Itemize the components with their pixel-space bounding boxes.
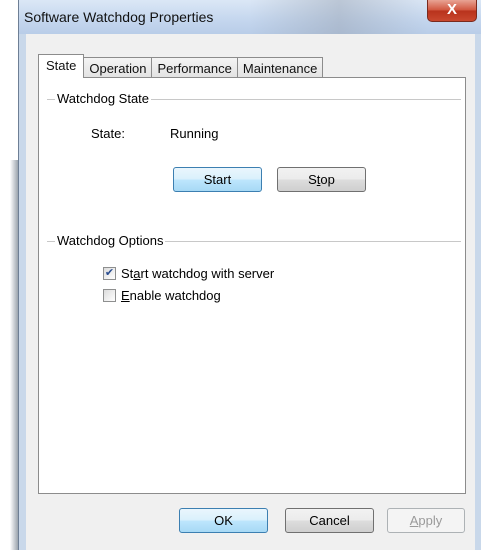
stop-button-text-b: op [320, 172, 335, 187]
apply-text-b: pply [418, 513, 443, 528]
tab-operation[interactable]: Operation [83, 57, 153, 78]
title-bar[interactable]: Software Watchdog Properties X [19, 0, 481, 34]
close-button[interactable]: X [427, 0, 477, 22]
opt1-mnemonic: a [133, 266, 141, 281]
title-bar-glare [249, 0, 429, 34]
opt1-text-a: St [121, 266, 134, 281]
tab-strip: State Operation Performance Maintenance [38, 54, 324, 78]
checkmark-icon: ✔ [104, 267, 115, 279]
stop-button[interactable]: Stop [277, 167, 366, 192]
tab-maintenance[interactable]: Maintenance [236, 57, 324, 78]
tab-performance[interactable]: Performance [151, 57, 238, 78]
apply-button[interactable]: Apply [387, 508, 465, 533]
ok-button[interactable]: OK [179, 508, 268, 533]
state-group-title: Watchdog State [55, 91, 152, 106]
start-with-server-checkbox[interactable]: ✔ [103, 267, 116, 280]
start-button[interactable]: Start [173, 167, 262, 192]
dialog-client-area: State Operation Performance Maintenance … [26, 34, 475, 550]
properties-dialog: Software Watchdog Properties X State Ope… [18, 0, 481, 550]
options-group-title: Watchdog Options [55, 233, 166, 248]
state-label: State: [91, 126, 125, 141]
opt2-text-b: nable watchdog [129, 288, 221, 303]
close-icon: X [446, 1, 457, 18]
enable-watchdog-checkbox[interactable] [103, 289, 116, 302]
tab-state[interactable]: State [38, 54, 85, 78]
window-title: Software Watchdog Properties [24, 9, 214, 25]
enable-watchdog-label[interactable]: Enable watchdog [121, 288, 221, 303]
opt1-text-b: rt watchdog with server [140, 266, 275, 281]
stop-button-text-a: S [308, 172, 317, 187]
state-value: Running [170, 126, 219, 141]
opt2-mnemonic: E [121, 288, 130, 303]
start-with-server-label[interactable]: Start watchdog with server [121, 266, 274, 281]
state-tab-panel: Watchdog State State: Running Start Stop… [38, 77, 466, 494]
cancel-button[interactable]: Cancel [285, 508, 374, 533]
background-shadow [10, 160, 18, 550]
